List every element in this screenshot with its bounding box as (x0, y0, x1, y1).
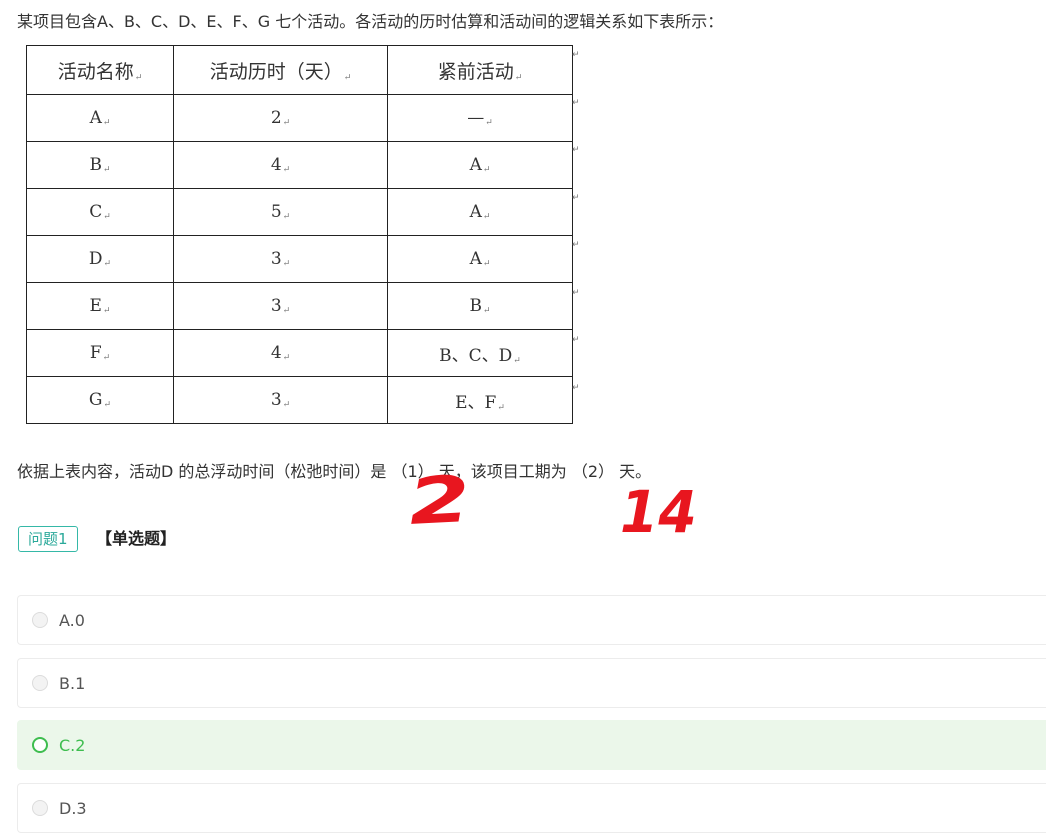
cell-activity: D↵ (26, 235, 174, 283)
cell-predecessor: A↵ (387, 141, 573, 189)
radio-icon[interactable] (32, 675, 48, 691)
cell-predecessor: A↵ (387, 188, 573, 236)
question-number-tag: 问题1 (18, 526, 78, 552)
question-type-label: 【单选题】 (96, 529, 177, 548)
option-label: B.1 (59, 674, 86, 693)
table-row: E↵ 3↵ B↵ (26, 282, 573, 330)
row-end-mark: ↵ (572, 50, 580, 60)
row-end-mark: ↵ (572, 145, 580, 155)
table-row: F↵ 4↵ B、C、D↵ (26, 329, 573, 377)
cell-duration: 3↵ (173, 282, 388, 330)
cell-predecessor: B↵ (387, 282, 573, 330)
table-header-row: 活动名称↵ 活动历时（天）↵ 紧前活动↵ (26, 45, 573, 95)
cell-duration: 3↵ (173, 376, 388, 424)
cell-duration: 2↵ (173, 94, 388, 142)
table-row: B↵ 4↵ A↵ (26, 141, 573, 189)
row-end-mark: ↵ (572, 383, 580, 393)
cell-predecessor: B、C、D↵ (387, 329, 573, 377)
radio-selected-icon[interactable] (32, 737, 48, 753)
option-label: C.2 (59, 736, 86, 755)
row-end-mark: ↵ (572, 288, 580, 298)
header-duration: 活动历时（天）↵ (173, 45, 388, 95)
header-predecessor: 紧前活动↵ (387, 45, 573, 95)
activity-table: 活动名称↵ 活动历时（天）↵ 紧前活动↵ A↵ 2↵ —↵ B↵ 4↵ A↵ C… (26, 45, 573, 424)
cell-duration: 5↵ (173, 188, 388, 236)
cell-activity: C↵ (26, 188, 174, 236)
cell-duration: 4↵ (173, 141, 388, 189)
cell-duration: 3↵ (173, 235, 388, 283)
row-end-mark: ↵ (572, 335, 580, 345)
table-row: D↵ 3↵ A↵ (26, 235, 573, 283)
option-b[interactable]: B.1 (17, 658, 1046, 708)
cell-duration: 4↵ (173, 329, 388, 377)
cell-activity: E↵ (26, 282, 174, 330)
radio-icon[interactable] (32, 612, 48, 628)
cell-predecessor: A↵ (387, 235, 573, 283)
row-end-mark: ↵ (572, 98, 580, 108)
option-label: D.3 (59, 799, 87, 818)
header-activity-name: 活动名称↵ (26, 45, 174, 95)
cell-activity: G↵ (26, 376, 174, 424)
handwritten-answer-1: 2 (404, 462, 475, 540)
cell-predecessor: —↵ (387, 94, 573, 142)
cell-predecessor: E、F↵ (387, 376, 573, 424)
option-c[interactable]: C.2 (17, 720, 1046, 770)
handwritten-answer-2: 14 (620, 478, 697, 546)
option-d[interactable]: D.3 (17, 783, 1046, 833)
cell-activity: B↵ (26, 141, 174, 189)
cell-activity: A↵ (26, 94, 174, 142)
option-label: A.0 (59, 611, 85, 630)
radio-icon[interactable] (32, 800, 48, 816)
table-row: A↵ 2↵ —↵ (26, 94, 573, 142)
question-text: 依据上表内容，活动D 的总浮动时间（松弛时间）是 （1） 天，该项目工期为 （2… (17, 462, 652, 481)
table-row: C↵ 5↵ A↵ (26, 188, 573, 236)
row-end-mark: ↵ (572, 193, 580, 203)
activity-table-container: 活动名称↵ 活动历时（天）↵ 紧前活动↵ A↵ 2↵ —↵ B↵ 4↵ A↵ C… (26, 45, 573, 424)
question-stem: 某项目包含A、B、C、D、E、F、G 七个活动。各活动的历时估算和活动间的逻辑关… (17, 12, 724, 31)
table-row: G↵ 3↵ E、F↵ (26, 376, 573, 424)
option-a[interactable]: A.0 (17, 595, 1046, 645)
cell-activity: F↵ (26, 329, 174, 377)
row-end-mark: ↵ (572, 240, 580, 250)
